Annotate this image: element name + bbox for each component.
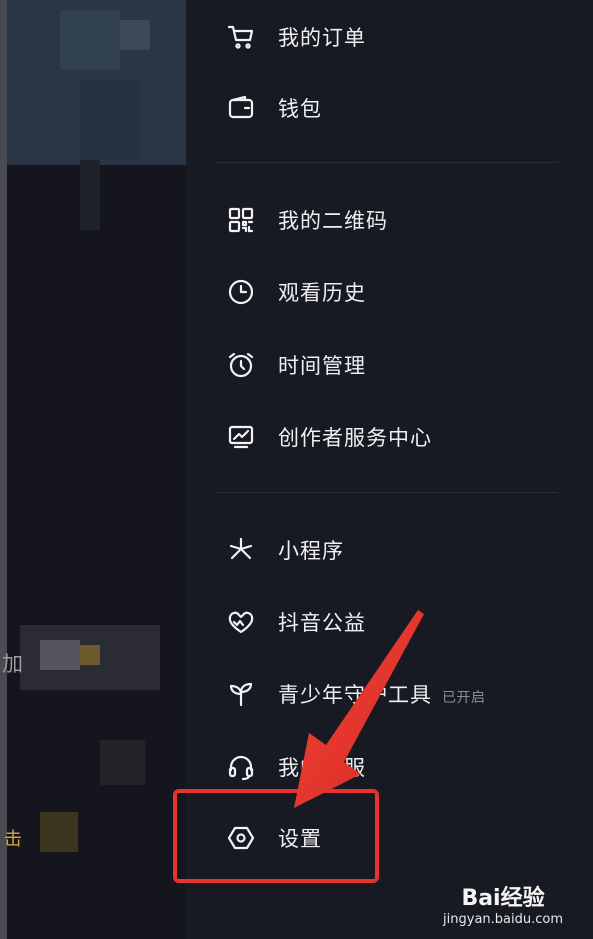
blurred-block	[100, 740, 145, 785]
sprout-icon	[226, 679, 256, 709]
blurred-block	[80, 645, 100, 665]
status-badge: 已开启	[442, 690, 486, 706]
partial-text: 加	[2, 652, 23, 676]
menu-item-youth-protection[interactable]: 青少年守护工具 已开启	[186, 664, 566, 724]
headset-icon	[226, 752, 256, 782]
qrcode-icon	[226, 205, 256, 235]
menu-item-label: 钱包	[278, 97, 322, 121]
blurred-block	[60, 10, 120, 70]
blurred-block	[80, 160, 100, 230]
cart-icon	[226, 22, 256, 52]
monitor-chart-icon	[226, 422, 256, 452]
blurred-block	[80, 80, 140, 160]
menu-item-time-management[interactable]: 时间管理	[186, 335, 566, 395]
baidu-jingyan-watermark: Bai经验 jingyan.baidu.com	[443, 880, 563, 927]
menu-item-label: 我的客服	[278, 756, 366, 780]
menu-item-label: 时间管理	[278, 354, 366, 378]
partial-text: 击	[4, 829, 22, 850]
left-edge-strip	[0, 0, 7, 939]
blurred-block	[120, 20, 150, 50]
menu-item-customer-service[interactable]: 我的客服	[186, 737, 566, 797]
menu-item-mini-programs[interactable]: 小程序	[186, 520, 566, 580]
menu-item-charity[interactable]: 抖音公益	[186, 592, 566, 652]
blurred-block	[40, 812, 78, 852]
menu-item-label: 抖音公益	[278, 611, 366, 635]
menu-item-label: 小程序	[278, 539, 344, 563]
blurred-left-panel: 加 击	[0, 0, 186, 939]
menu-item-orders[interactable]: 我的订单	[186, 7, 566, 67]
menu-item-label: 我的订单	[278, 26, 366, 50]
menu-item-label: 青少年守护工具 已开启	[278, 683, 486, 707]
wallet-icon	[226, 93, 256, 123]
divider	[216, 492, 558, 493]
clock-icon	[226, 277, 256, 307]
highlight-box	[173, 789, 379, 883]
menu-item-label: 我的二维码	[278, 209, 388, 233]
miniapp-star-icon	[226, 535, 256, 565]
watermark-url: jingyan.baidu.com	[443, 912, 563, 927]
menu-item-qrcode[interactable]: 我的二维码	[186, 190, 566, 250]
alarm-clock-icon	[226, 350, 256, 380]
heart-hands-icon	[226, 607, 256, 637]
blurred-block	[40, 640, 80, 670]
menu-item-label: 观看历史	[278, 281, 366, 305]
watermark-logo: Bai经验	[461, 886, 545, 911]
menu-item-label: 创作者服务中心	[278, 426, 432, 450]
menu-item-wallet[interactable]: 钱包	[186, 78, 566, 138]
menu-item-creator-center[interactable]: 创作者服务中心	[186, 407, 566, 467]
menu-item-history[interactable]: 观看历史	[186, 262, 566, 322]
divider	[216, 162, 558, 163]
